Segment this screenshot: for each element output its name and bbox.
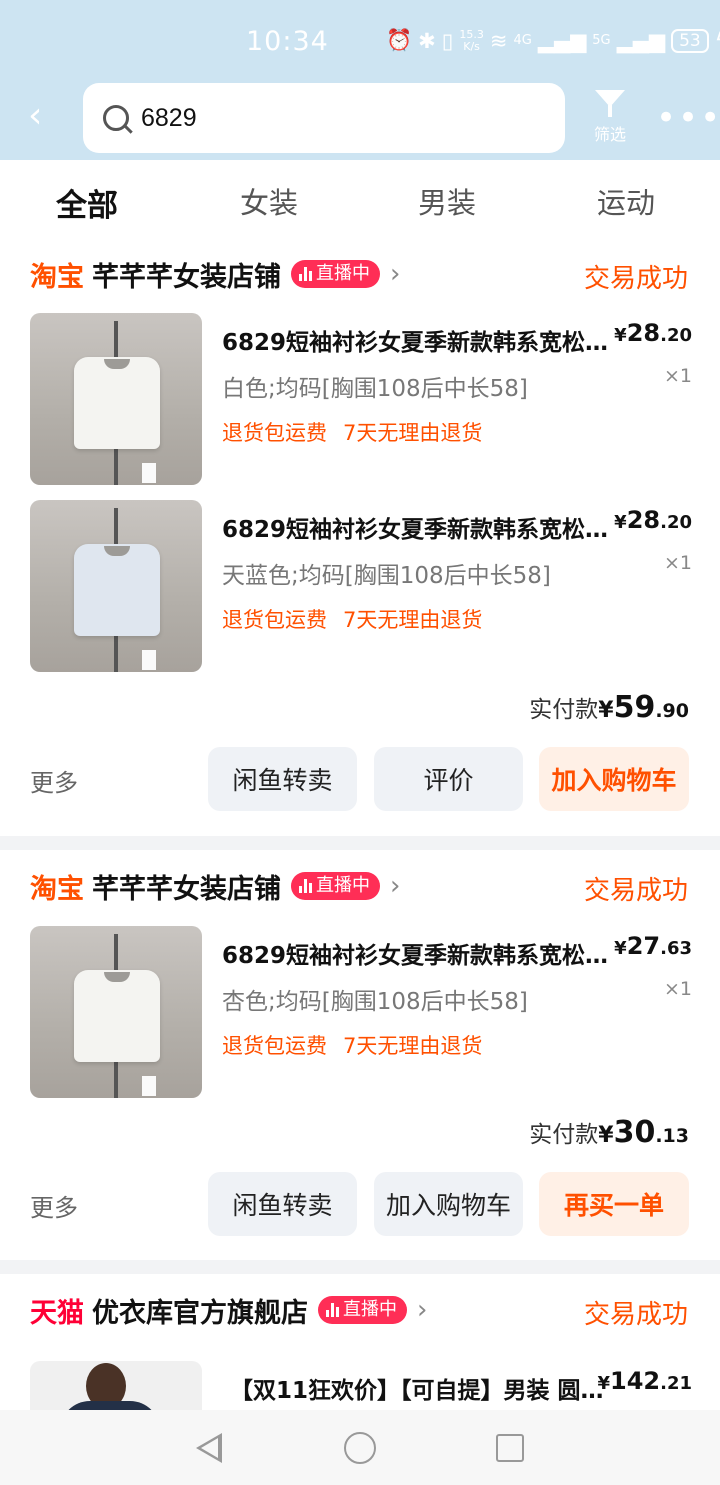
filter-icon <box>595 90 625 117</box>
more-options-button[interactable]: ••• <box>656 98 720 138</box>
product-qty: ×1 <box>663 365 692 387</box>
charging-icon: ϟ <box>715 29 720 53</box>
search-bar[interactable] <box>83 83 565 153</box>
chevron-right-icon: › <box>417 1295 428 1325</box>
alarm-icon: ⏰ <box>386 28 413 52</box>
product-price: ¥142.21 <box>597 1367 692 1395</box>
shop-row[interactable]: 天猫 优衣库官方旗舰店 直播中 › <box>30 1290 427 1330</box>
product-price: ¥28.20 <box>614 506 692 534</box>
battery-icon: 53 <box>671 28 709 53</box>
status-bar: 10:34 ⏰ ✱ ▯ 15.3K/s ≋ 4G ▂▄▆ 5G ▂▄▆ 53 ϟ <box>0 0 720 80</box>
shop-name: 优衣库官方旗舰店 <box>92 1297 308 1329</box>
shop-name: 芊芊芊女装店铺 <box>92 261 281 293</box>
order-status: 交易成功 <box>583 1300 688 1330</box>
nav-recents-icon[interactable] <box>496 1434 524 1462</box>
product-image[interactable] <box>30 500 202 672</box>
platform-label: 淘宝 <box>30 873 84 905</box>
live-bars-icon <box>299 267 312 281</box>
product-image[interactable] <box>30 926 202 1098</box>
nav-home-icon[interactable] <box>344 1432 376 1464</box>
resell-xianyu-button[interactable]: 闲鱼转卖 <box>208 1172 357 1236</box>
product-title: 6829短袖衬衫女夏季新款韩系宽松上衣 <box>222 330 617 356</box>
status-icons: ⏰ ✱ ▯ 15.3K/s ≋ 4G ▂▄▆ 5G ▂▄▆ 53 ϟ <box>386 28 720 53</box>
resell-xianyu-button[interactable]: 闲鱼转卖 <box>208 747 357 811</box>
back-button[interactable]: ‹ <box>28 98 58 138</box>
product-image[interactable] <box>30 313 202 485</box>
live-badge[interactable]: 直播中 <box>291 872 380 900</box>
live-bars-icon <box>326 1303 339 1317</box>
buy-again-button[interactable]: 再买一单 <box>539 1172 689 1236</box>
service-tags: 退货包运费 7天无理由退货 <box>222 421 483 445</box>
product-sku: 杏色;均码[胸围108后中长58] <box>222 989 528 1015</box>
search-icon <box>103 105 129 131</box>
signal-label-1: 4G <box>513 33 532 48</box>
more-link[interactable]: 更多 <box>30 1188 78 1223</box>
live-badge[interactable]: 直播中 <box>318 1296 407 1324</box>
shop-name: 芊芊芊女装店铺 <box>92 873 281 905</box>
platform-label: 淘宝 <box>30 261 84 293</box>
order-item[interactable]: 【双11狂欢价】【可自提】男装 圆领T恤 ¥142.21 <box>30 1361 692 1410</box>
search-input[interactable] <box>141 103 541 133</box>
order-card-3: 天猫 优衣库官方旗舰店 直播中 › 交易成功 【双11狂欢价】【可自提】男装 圆… <box>0 1274 720 1410</box>
paid-amount: 实付款¥30.13 <box>529 1115 689 1150</box>
chevron-right-icon: › <box>390 259 401 289</box>
status-time: 10:34 <box>246 26 329 57</box>
order-item[interactable]: 6829短袖衬衫女夏季新款韩系宽松上衣 白色;均码[胸围108后中长58] 退货… <box>30 313 692 485</box>
live-badge[interactable]: 直播中 <box>291 260 380 288</box>
product-title: 6829短袖衬衫女夏季新款韩系宽松上衣 <box>222 943 617 969</box>
tab-mens[interactable]: 男装 <box>418 180 476 222</box>
wifi-icon: ≋ <box>489 28 508 53</box>
filter-button[interactable]: 筛选 <box>588 86 632 145</box>
more-dots-icon: ••• <box>656 98 720 138</box>
tab-womens[interactable]: 女装 <box>240 180 298 222</box>
order-status: 交易成功 <box>583 876 688 906</box>
system-nav-bar <box>0 1410 720 1485</box>
paid-amount: 实付款¥59.90 <box>529 690 689 725</box>
nav-back-icon[interactable] <box>196 1433 222 1463</box>
net-speed: 15.3 K/s <box>459 27 484 53</box>
service-tags: 退货包运费 7天无理由退货 <box>222 608 483 632</box>
bluetooth-icon: ✱ <box>418 28 436 53</box>
product-sku: 天蓝色;均码[胸围108后中长58] <box>222 563 551 589</box>
add-to-cart-button[interactable]: 加入购物车 <box>374 1172 523 1236</box>
shop-row[interactable]: 淘宝 芊芊芊女装店铺 直播中 › <box>30 254 400 294</box>
vibrate-icon: ▯ <box>441 28 454 53</box>
product-qty: ×1 <box>663 552 692 574</box>
more-link[interactable]: 更多 <box>30 763 78 798</box>
order-item[interactable]: 6829短袖衬衫女夏季新款韩系宽松上衣 杏色;均码[胸围108后中长58] 退货… <box>30 926 692 1098</box>
live-bars-icon <box>299 879 312 893</box>
add-to-cart-button[interactable]: 加入购物车 <box>539 747 689 811</box>
order-status: 交易成功 <box>583 264 688 294</box>
chevron-left-icon: ‹ <box>28 95 43 136</box>
product-price: ¥27.63 <box>614 932 692 960</box>
product-title: 6829短袖衬衫女夏季新款韩系宽松上衣 <box>222 517 617 543</box>
shop-row[interactable]: 淘宝 芊芊芊女装店铺 直播中 › <box>30 866 400 906</box>
signal-label-2: 5G <box>592 33 611 48</box>
chevron-right-icon: › <box>390 871 401 901</box>
order-card-2: 淘宝 芊芊芊女装店铺 直播中 › 交易成功 6829短袖衬衫女夏季新款韩系宽松上… <box>0 850 720 1260</box>
filter-label: 筛选 <box>593 125 626 144</box>
order-item[interactable]: 6829短袖衬衫女夏季新款韩系宽松上衣 天蓝色;均码[胸围108后中长58] 退… <box>30 500 692 672</box>
product-image[interactable] <box>30 1361 202 1410</box>
service-tags: 退货包运费 7天无理由退货 <box>222 1034 483 1058</box>
category-tabs: 全部 女装 男装 运动 <box>0 180 720 230</box>
product-sku: 白色;均码[胸围108后中长58] <box>222 376 528 402</box>
signal-icon-2: ▂▄▆ <box>616 28 666 53</box>
signal-icon: ▂▄▆ <box>537 28 587 53</box>
tab-all[interactable]: 全部 <box>56 180 118 225</box>
review-button[interactable]: 评价 <box>374 747 523 811</box>
platform-label: 天猫 <box>30 1297 84 1329</box>
product-title: 【双11狂欢价】【可自提】男装 圆领T恤 <box>230 1378 625 1404</box>
product-price: ¥28.20 <box>614 319 692 347</box>
product-qty: ×1 <box>663 978 692 1000</box>
tab-sports[interactable]: 运动 <box>597 180 655 222</box>
